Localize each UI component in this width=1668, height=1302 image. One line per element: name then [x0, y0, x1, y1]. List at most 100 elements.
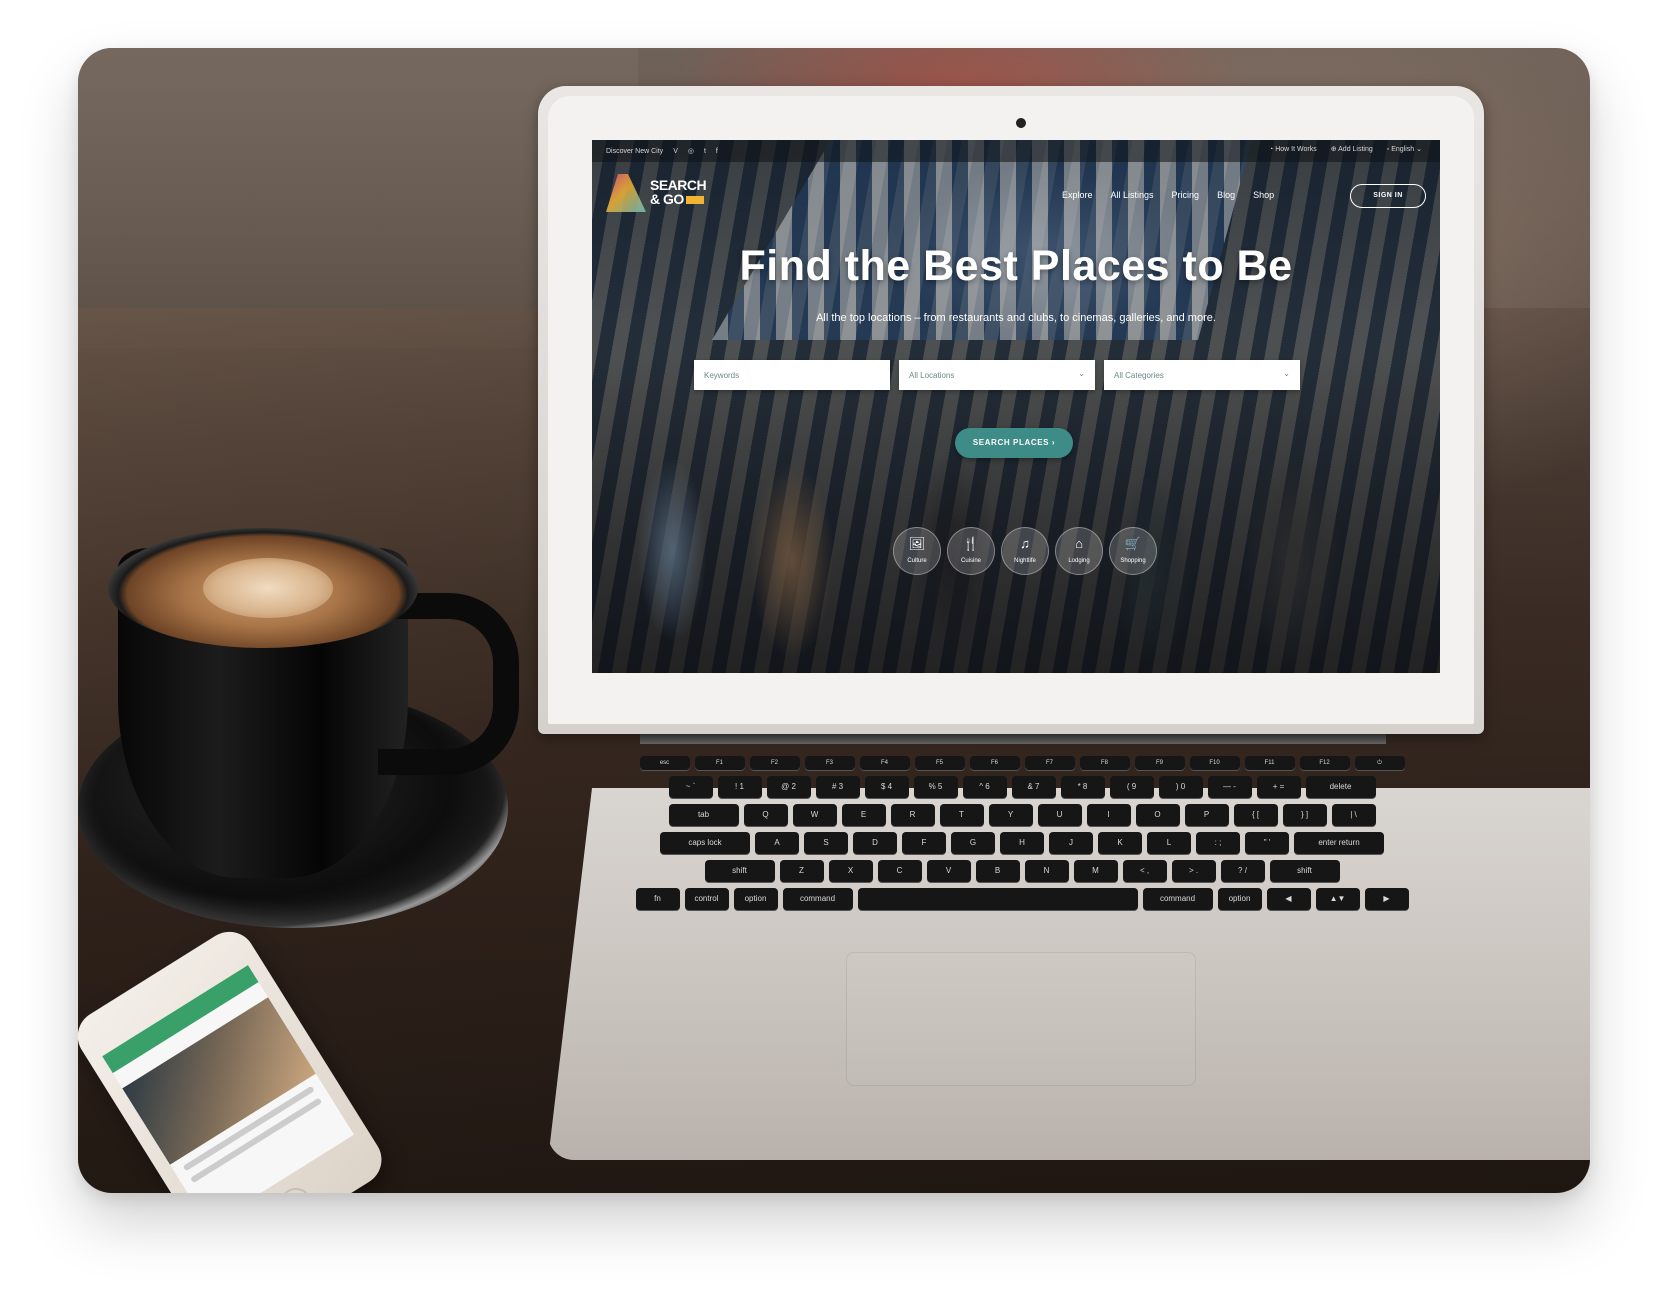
latte-art — [203, 558, 333, 618]
nav-pricing[interactable]: Pricing — [1172, 190, 1200, 200]
search-places-label: SEARCH PLACES — [972, 438, 1050, 447]
language-selector[interactable]: ▫ English ⌄ — [1387, 145, 1422, 153]
add-listing-link[interactable]: ⊕ Add Listing — [1331, 145, 1373, 153]
key: shift — [704, 860, 775, 882]
webcam — [1016, 118, 1026, 128]
key: * 8 — [1060, 776, 1105, 798]
key: # 3 — [815, 776, 860, 798]
hero-title: Find the Best Places to Be — [739, 242, 1293, 290]
logo-text: SEARCH & GO — [650, 178, 707, 207]
vimeo-icon[interactable]: V — [673, 148, 678, 155]
search-places-button[interactable]: SEARCH PLACES › — [955, 428, 1073, 458]
key: ? / — [1220, 860, 1265, 882]
key: F5 — [914, 756, 965, 770]
discover-city-link[interactable]: Discover New City — [606, 148, 663, 155]
category-culture[interactable]: 🖼 Culture — [893, 527, 941, 575]
key: X — [828, 860, 873, 882]
nav-shop[interactable]: Shop — [1253, 190, 1274, 200]
hero-subtitle: All the top locations – from restaurants… — [816, 312, 1216, 324]
key: D — [853, 832, 897, 854]
nav-explore[interactable]: Explore — [1062, 190, 1093, 200]
key: enter return — [1294, 832, 1384, 854]
key: E — [841, 804, 886, 826]
chevron-down-icon: ⌄ — [1414, 146, 1422, 153]
key: Z — [779, 860, 824, 882]
key: N — [1024, 860, 1069, 882]
language-label: English — [1391, 146, 1415, 153]
main-navbar: SEARCH & GO Explore All Listings Pricing… — [592, 162, 1440, 222]
keyboard-home-row: caps lock A S D F G H J K L: ; " ' enter return — [592, 832, 1452, 854]
facebook-icon[interactable]: f — [716, 148, 718, 155]
logo-accent — [685, 196, 704, 205]
key: } ] — [1282, 804, 1327, 826]
key: I — [1086, 804, 1131, 826]
how-it-works-link[interactable]: ◔ How It Works — [1269, 146, 1317, 153]
chevron-down-icon: ⌄ — [1283, 369, 1290, 378]
site-logo[interactable]: SEARCH & GO — [606, 174, 716, 214]
key: shift — [1269, 860, 1340, 882]
category-shopping[interactable]: 🛒 Shopping — [1109, 527, 1157, 575]
key: F2 — [749, 756, 800, 770]
keyboard-function-row: esc F1 F2 F3 F4 F5 F6 F7 F8 F9 F10 F11 F12 ⏻ — [592, 756, 1452, 770]
keyboard-number-row: ~ `! 1 @ 2 # 3 $ 4% 5 ^ 6 & 7 * 8( 9) 0— - + = d… — [592, 776, 1452, 798]
key: tab — [668, 804, 739, 826]
categories-value: All Categories — [1114, 371, 1164, 380]
locations-value: All Locations — [909, 371, 955, 380]
nav-links: Explore All Listings Pricing Blog Shop — [1062, 190, 1274, 200]
key: U — [1037, 804, 1082, 826]
keyboard-top-row: tab Q W E R T Y U I O P{ [} ] | \ — [592, 804, 1452, 826]
key: ⏻ — [1354, 756, 1405, 770]
key: F — [902, 832, 946, 854]
key: F10 — [1189, 756, 1240, 770]
category-label: Nightlife — [1014, 558, 1036, 564]
key: F4 — [859, 756, 910, 770]
categories-select[interactable]: All Categories ⌄ — [1104, 360, 1300, 390]
chevron-down-icon: ⌄ — [1078, 369, 1085, 378]
key: ( 9 — [1109, 776, 1154, 798]
twitter-icon[interactable]: t — [704, 148, 706, 155]
key: & 7 — [1011, 776, 1056, 798]
key: A — [755, 832, 799, 854]
category-nightlife[interactable]: ♫ Nightlife — [1001, 527, 1049, 575]
key: H — [1000, 832, 1044, 854]
sign-in-button[interactable]: SIGN IN — [1350, 184, 1426, 208]
nav-blog[interactable]: Blog — [1217, 190, 1235, 200]
key: " ' — [1245, 832, 1289, 854]
key: + = — [1256, 776, 1301, 798]
category-lodging[interactable]: ⌂ Lodging — [1055, 527, 1103, 575]
logo-line-2: & GO — [650, 191, 684, 207]
picture-icon: 🖼 — [908, 536, 926, 551]
key: O — [1135, 804, 1180, 826]
keyboard-modifier-row: fn control option command command option ◀ ▲▼ ▶ — [592, 888, 1452, 910]
locations-select[interactable]: All Locations ⌄ — [899, 360, 1095, 390]
category-label: Culture — [907, 558, 927, 564]
key: F11 — [1244, 756, 1295, 770]
key: $ 4 — [864, 776, 909, 798]
chevron-right-icon: › — [1051, 438, 1056, 447]
key: ~ ` — [668, 776, 713, 798]
nav-all-listings[interactable]: All Listings — [1111, 190, 1154, 200]
key: K — [1098, 832, 1142, 854]
key: { [ — [1233, 804, 1278, 826]
key: ▶ — [1364, 888, 1409, 910]
building-icon: ⌂ — [1075, 536, 1083, 551]
how-it-works-label: How It Works — [1275, 145, 1317, 153]
keywords-input[interactable]: Keywords — [694, 360, 890, 390]
key: F12 — [1299, 756, 1350, 770]
fork-knife-icon: 🍴 — [962, 536, 980, 551]
key: Q — [743, 804, 788, 826]
instagram-icon[interactable]: ◎ — [688, 147, 694, 155]
category-cuisine[interactable]: 🍴 Cuisine — [947, 527, 995, 575]
phone-home-button — [273, 1181, 318, 1193]
keyboard: esc F1 F2 F3 F4 F5 F6 F7 F8 F9 F10 F11 F12 ⏻ ~ `! 1 @ … — [592, 756, 1452, 932]
key: Y — [988, 804, 1033, 826]
key: T — [939, 804, 984, 826]
key: ) 0 — [1158, 776, 1203, 798]
key: ◀ — [1266, 888, 1311, 910]
key: | \ — [1331, 804, 1376, 826]
key: ▲▼ — [1315, 888, 1360, 910]
key: control — [684, 888, 729, 910]
cup-handle — [378, 593, 519, 775]
laptop-lid: Discover New City V ◎ t f ◔ How It Works… — [538, 86, 1484, 734]
key: > . — [1171, 860, 1216, 882]
